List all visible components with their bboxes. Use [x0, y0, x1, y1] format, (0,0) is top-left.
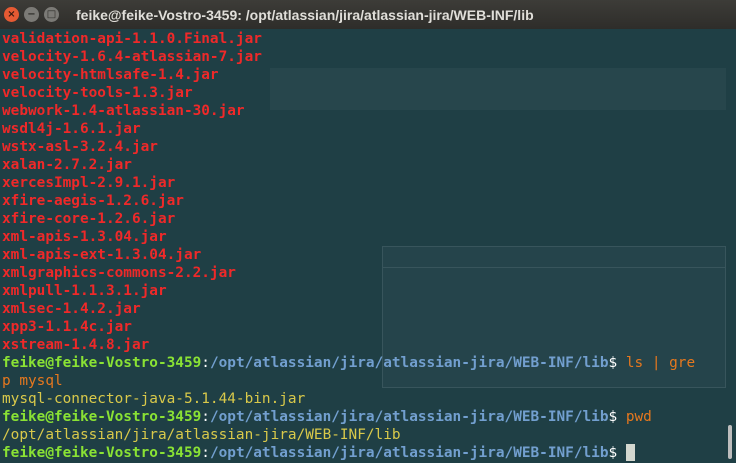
- file-name: wsdl4j-1.6.1.jar: [2, 121, 141, 137]
- command-output-line: mysql-connector-java-5.1.44-bin.jar: [2, 390, 722, 408]
- prompt-end: $: [608, 445, 626, 461]
- terminal-output[interactable]: validation-api-1.1.0.Final.jar velocity-1…: [2, 30, 722, 462]
- file-name: xstream-1.4.8.jar: [2, 337, 150, 353]
- file-list-item: xmlpull-1.1.3.1.jar: [2, 282, 722, 300]
- scrollbar[interactable]: [724, 29, 736, 463]
- command-text: ls | gre: [625, 355, 696, 371]
- file-list-item: webwork-1.4-atlassian-30.jar: [2, 102, 722, 120]
- file-list-item: xfire-core-1.2.6.jar: [2, 210, 722, 228]
- prompt-path: /opt/atlassian/jira/atlassian-jira/WEB-I…: [209, 409, 609, 425]
- pwd-output: /opt/atlassian/jira/atlassian-jira/WEB-I…: [2, 427, 401, 443]
- file-name: xml-apis-1.3.04.jar: [2, 229, 167, 245]
- prompt-user: feike@feike-Vostro-3459: [2, 445, 202, 461]
- prompt-line: feike@feike-Vostro-3459:/opt/atlassian/j…: [2, 408, 722, 426]
- file-name: wstx-asl-3.2.4.jar: [2, 139, 158, 155]
- file-list-item: wstx-asl-3.2.4.jar: [2, 138, 722, 156]
- command-wrap-line: p mysql: [2, 372, 722, 390]
- terminal-window: × − □ feike@feike-Vostro-3459: /opt/atla…: [0, 0, 736, 463]
- close-icon[interactable]: ×: [4, 7, 19, 22]
- file-list-item: velocity-tools-1.3.jar: [2, 84, 722, 102]
- prompt-end: $: [608, 409, 626, 425]
- file-list-item: xstream-1.4.8.jar: [2, 336, 722, 354]
- file-name: xfire-aegis-1.2.6.jar: [2, 193, 184, 209]
- prompt-separator: :: [201, 445, 210, 461]
- command-output-line: /opt/atlassian/jira/atlassian-jira/WEB-I…: [2, 426, 722, 444]
- prompt-user: feike@feike-Vostro-3459: [2, 355, 202, 371]
- prompt-line: feike@feike-Vostro-3459:/opt/atlassian/j…: [2, 444, 722, 462]
- grep-output: mysql-connector-java-5.1.44-bin.jar: [2, 391, 306, 407]
- command-text: pwd: [625, 409, 652, 425]
- file-name: velocity-htmlsafe-1.4.jar: [2, 67, 219, 83]
- prompt-path: /opt/atlassian/jira/atlassian-jira/WEB-I…: [209, 445, 609, 461]
- file-list: validation-api-1.1.0.Final.jar velocity-1…: [2, 30, 722, 354]
- prompt-user: feike@feike-Vostro-3459: [2, 409, 202, 425]
- file-list-item: xml-apis-ext-1.3.04.jar: [2, 246, 722, 264]
- file-list-item: velocity-1.6.4-atlassian-7.jar: [2, 48, 722, 66]
- file-name: xmlpull-1.1.3.1.jar: [2, 283, 167, 299]
- file-list-item: xfire-aegis-1.2.6.jar: [2, 192, 722, 210]
- file-list-item: xmlsec-1.4.2.jar: [2, 300, 722, 318]
- file-list-item: xml-apis-1.3.04.jar: [2, 228, 722, 246]
- minimize-icon[interactable]: −: [24, 7, 39, 22]
- file-list-item: velocity-htmlsafe-1.4.jar: [2, 66, 722, 84]
- maximize-icon[interactable]: □: [44, 7, 59, 22]
- file-name: webwork-1.4-atlassian-30.jar: [2, 103, 245, 119]
- file-name: velocity-1.6.4-atlassian-7.jar: [2, 49, 262, 65]
- file-list-item: xmlgraphics-commons-2.2.jar: [2, 264, 722, 282]
- prompt-end: $: [608, 355, 626, 371]
- file-name: xercesImpl-2.9.1.jar: [2, 175, 176, 191]
- command-text-continued: p mysql: [2, 373, 63, 389]
- file-list-item: wsdl4j-1.6.1.jar: [2, 120, 722, 138]
- title-bar[interactable]: × − □ feike@feike-Vostro-3459: /opt/atla…: [0, 0, 736, 29]
- prompt-path: /opt/atlassian/jira/atlassian-jira/WEB-I…: [209, 355, 609, 371]
- file-name: velocity-tools-1.3.jar: [2, 85, 193, 101]
- file-list-item: xalan-2.7.2.jar: [2, 156, 722, 174]
- file-list-item: xpp3-1.1.4c.jar: [2, 318, 722, 336]
- file-name: xalan-2.7.2.jar: [2, 157, 132, 173]
- file-name: xml-apis-ext-1.3.04.jar: [2, 247, 202, 263]
- file-name: xmlgraphics-commons-2.2.jar: [2, 265, 236, 281]
- prompt-separator: :: [201, 409, 210, 425]
- file-list-item: xercesImpl-2.9.1.jar: [2, 174, 722, 192]
- file-list-item: validation-api-1.1.0.Final.jar: [2, 30, 722, 48]
- file-name: xfire-core-1.2.6.jar: [2, 211, 176, 227]
- file-name: validation-api-1.1.0.Final.jar: [2, 31, 262, 47]
- text-cursor[interactable]: [625, 444, 635, 461]
- file-name: xmlsec-1.4.2.jar: [2, 301, 141, 317]
- scrollbar-thumb[interactable]: [728, 425, 732, 459]
- prompt-line: feike@feike-Vostro-3459:/opt/atlassian/j…: [2, 354, 722, 372]
- file-name: xpp3-1.1.4c.jar: [2, 319, 132, 335]
- window-title: feike@feike-Vostro-3459: /opt/atlassian/…: [76, 6, 534, 23]
- prompt-separator: :: [201, 355, 210, 371]
